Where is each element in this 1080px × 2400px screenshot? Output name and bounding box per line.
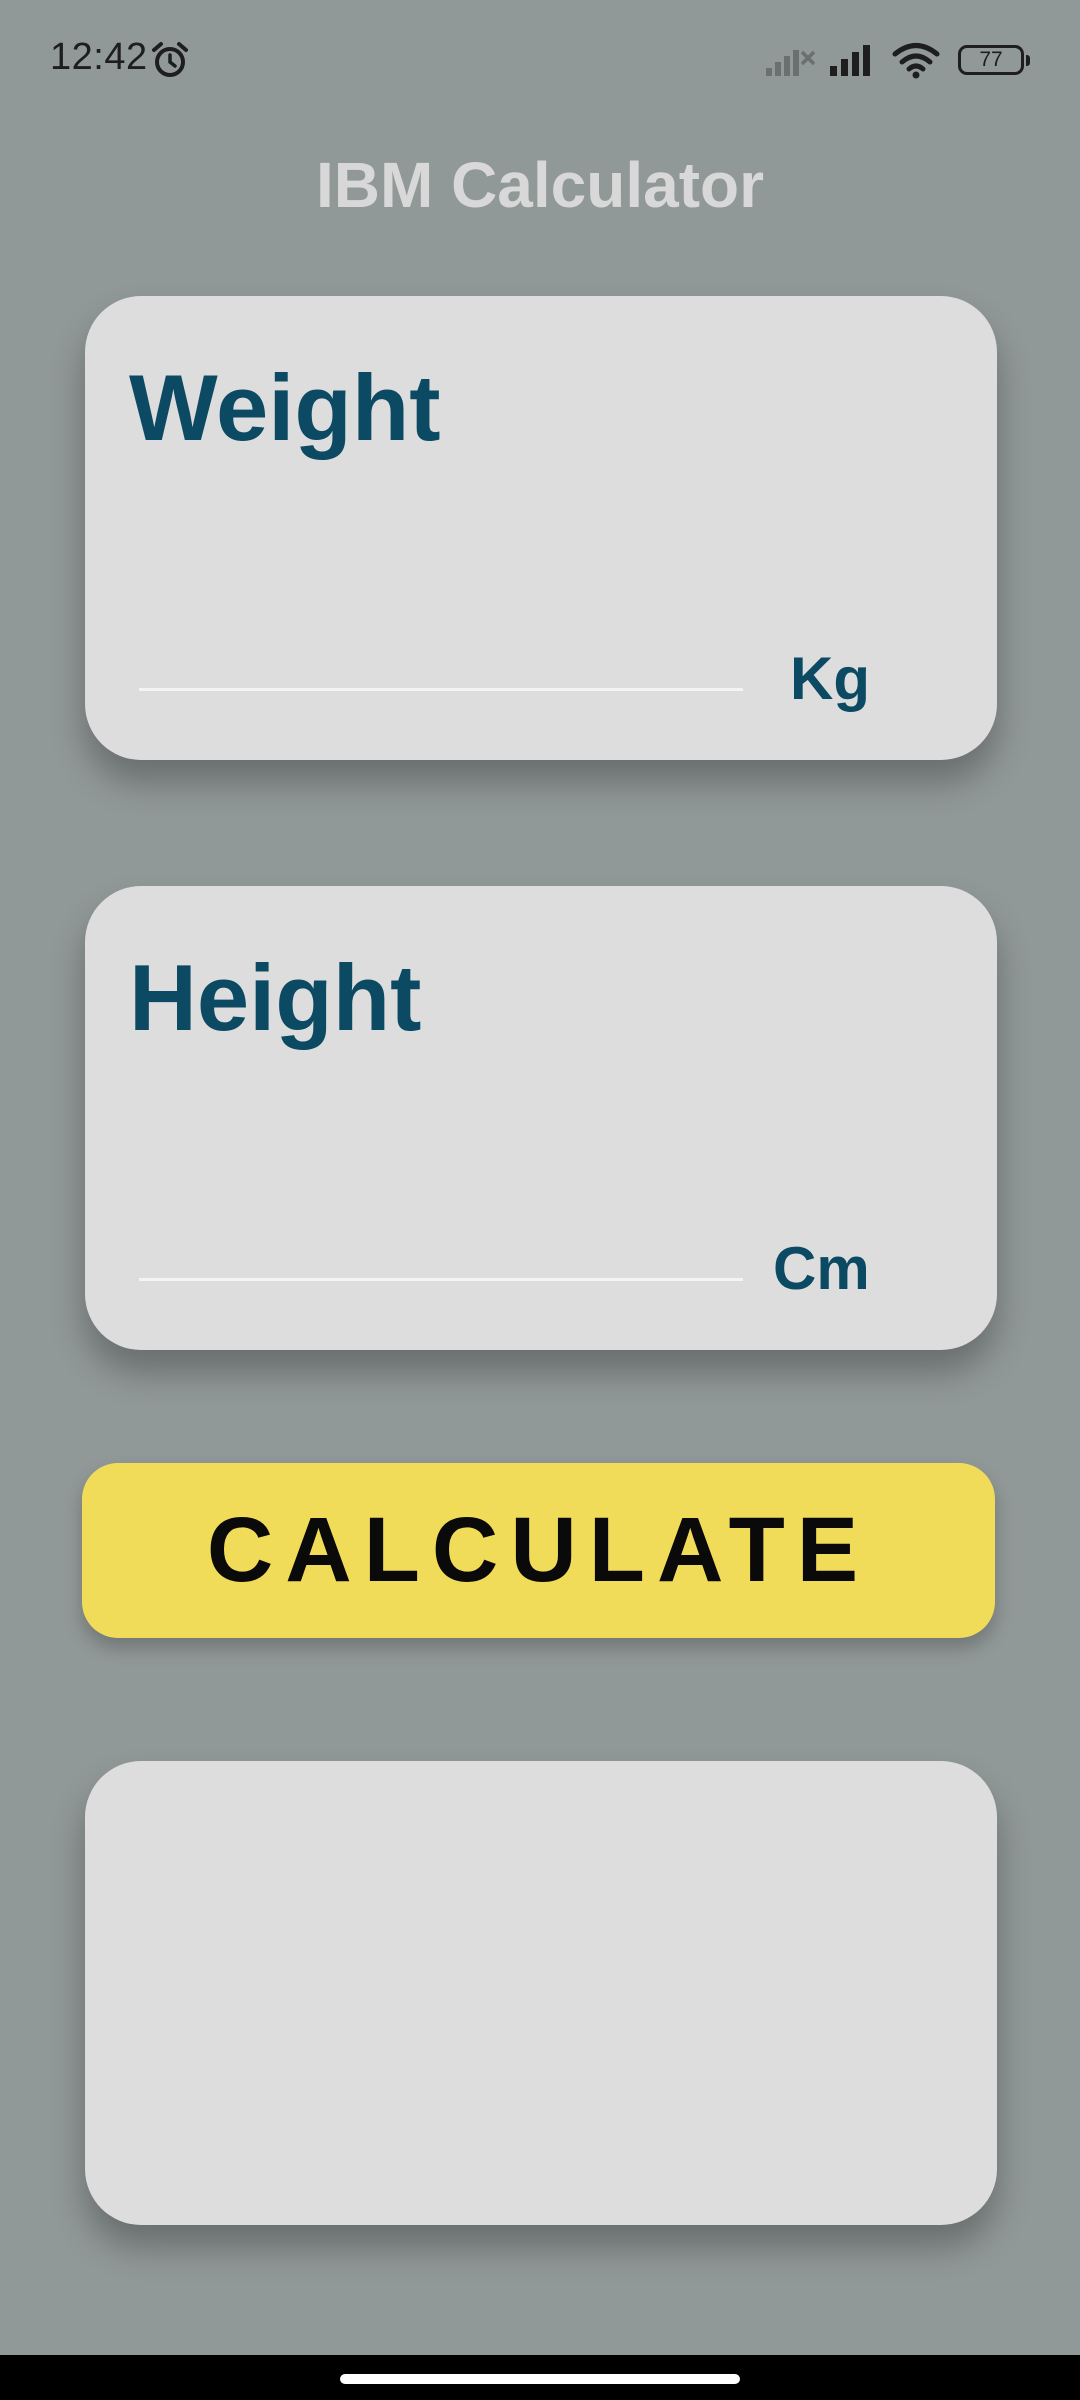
- weight-input[interactable]: [139, 688, 743, 691]
- home-indicator[interactable]: [340, 2374, 740, 2384]
- no-signal-icon: [766, 50, 816, 76]
- calculate-button[interactable]: CALCULATE: [82, 1463, 995, 1638]
- battery-icon: 77: [958, 45, 1030, 75]
- navigation-bar: [0, 2355, 1080, 2400]
- height-label: Height: [129, 945, 422, 1050]
- height-card: Height Cm: [85, 886, 997, 1350]
- height-unit: Cm: [773, 1235, 870, 1302]
- weight-unit: Kg: [790, 645, 870, 712]
- battery-level: 77: [979, 48, 1003, 71]
- height-input[interactable]: [139, 1278, 743, 1281]
- alarm-icon: [152, 42, 188, 77]
- weight-card: Weight Kg: [85, 296, 997, 760]
- status-bar: 12:42 77: [0, 0, 1080, 120]
- signal-icon: [830, 45, 870, 76]
- status-icons: 77: [764, 40, 1030, 80]
- result-card: [85, 1761, 997, 2225]
- status-time: 12:42: [50, 36, 148, 78]
- weight-label: Weight: [129, 355, 441, 460]
- app-title: IBM Calculator: [315, 149, 765, 221]
- wifi-icon: [892, 43, 940, 79]
